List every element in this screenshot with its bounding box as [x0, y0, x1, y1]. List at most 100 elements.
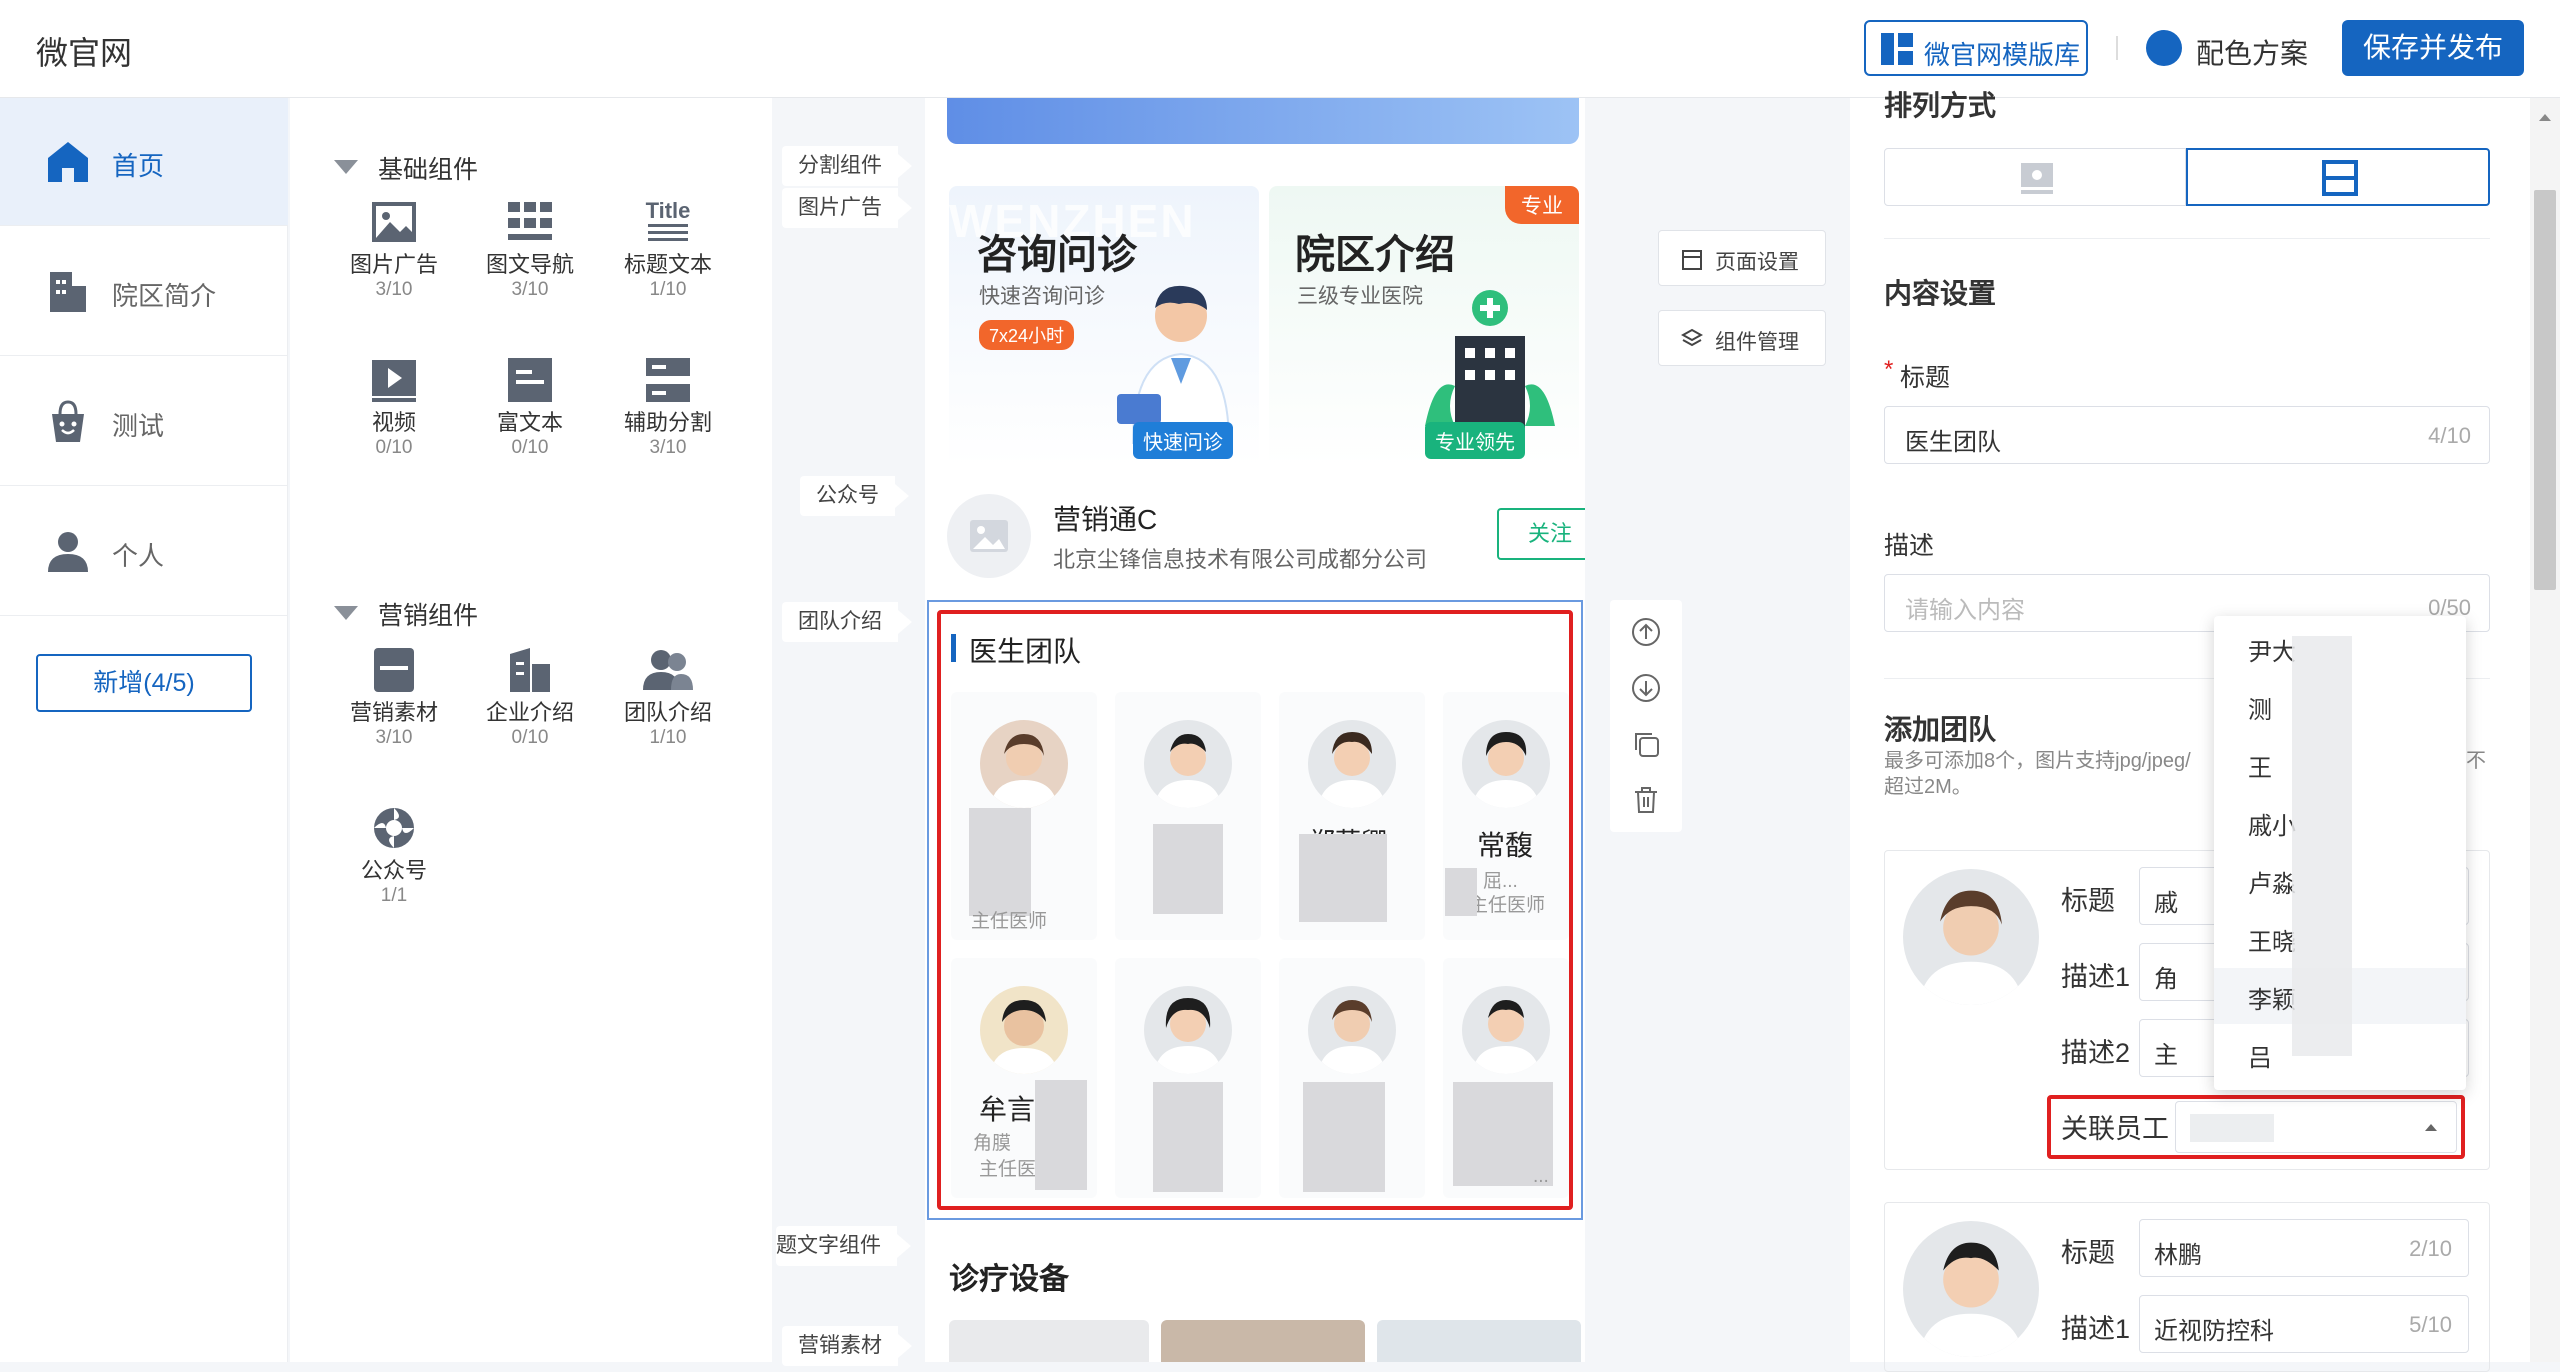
add-team-title: 添加团队: [1884, 714, 1997, 745]
member-avatar[interactable]: [1903, 1221, 2039, 1357]
title-text-icon: Title: [646, 198, 690, 241]
equipment-image[interactable]: [949, 1320, 1149, 1362]
follow-label: 关注: [1527, 521, 1572, 546]
divider: [2116, 36, 2118, 60]
doctor-name: 常馥: [1477, 830, 1534, 861]
dropdown-option[interactable]: 王晓: [2248, 922, 2296, 957]
component-count: 3/10: [375, 727, 413, 748]
campus-card[interactable]: 专业 院区介绍 三级专业医院 专业领先: [1269, 186, 1579, 466]
save-publish-button[interactable]: 保存并发布: [2342, 20, 2524, 76]
doctor-photo: [990, 1000, 1058, 1074]
dropdown-option[interactable]: 卢淼: [2248, 864, 2296, 899]
doctor-card[interactable]: 常馥 屈... 主任医师: [1443, 692, 1569, 940]
collapse-arrow-icon[interactable]: [334, 606, 358, 620]
shopping-bag-icon: [52, 400, 84, 442]
link-employee-select[interactable]: [2175, 1101, 2457, 1153]
nav-item-personal[interactable]: 个人: [0, 488, 288, 616]
doctor-card[interactable]: ...: [1443, 958, 1569, 1198]
quick-consult-button[interactable]: 快速问诊: [1133, 422, 1233, 459]
layout-option-list[interactable]: [2186, 148, 2490, 206]
component-official-account[interactable]: 公众号 1/1: [334, 804, 454, 908]
component-team-intro[interactable]: 团队介绍 1/10: [608, 646, 728, 750]
component-divider[interactable]: 辅助分割 3/10: [608, 356, 728, 460]
nav-item-campus-intro[interactable]: 院区简介: [0, 228, 288, 356]
required-asterisk: *: [1884, 356, 1894, 383]
official-account-row[interactable]: 营销通C 北京尘锋信息技术有限公司成都分公司 关注: [947, 480, 1585, 592]
tag-title-text[interactable]: 题文字组件: [776, 1226, 911, 1266]
pro-leading-button[interactable]: 专业领先: [1425, 422, 1525, 459]
delete-icon[interactable]: [1630, 784, 1662, 816]
dropdown-option[interactable]: 戚小: [2248, 806, 2296, 841]
home-icon: [48, 142, 88, 182]
marketing-components-title: 营销组件: [378, 602, 479, 630]
template-library-label: 微官网模版库: [1924, 40, 2081, 70]
equipment-image[interactable]: [1377, 1320, 1581, 1362]
component-company-intro[interactable]: 企业介绍 0/10: [470, 646, 590, 750]
divider-icon: [646, 358, 690, 402]
tag-marketing-material[interactable]: 营销素材: [782, 1326, 912, 1366]
follow-button[interactable]: 关注: [1497, 508, 1585, 560]
color-scheme-button[interactable]: 配色方案: [2146, 26, 2326, 72]
component-rich-text[interactable]: 富文本 0/10: [470, 356, 590, 460]
move-down-icon[interactable]: [1630, 672, 1662, 704]
scroll-up-icon[interactable]: [2538, 112, 2552, 122]
component-count: 1/1: [380, 885, 408, 906]
add-page-label: 新增(4/5): [93, 669, 195, 697]
doctor-photo: [1472, 1000, 1540, 1074]
tag-image-ad[interactable]: 图片广告: [782, 188, 912, 228]
doctor-card[interactable]: 主任医师: [951, 692, 1097, 940]
nav-item-test[interactable]: 测试: [0, 358, 288, 486]
member-title-value: 戚: [2154, 890, 2178, 917]
doctor-card[interactable]: 牟言 角膜 主任医: [951, 958, 1097, 1198]
doctor-card[interactable]: [1115, 692, 1261, 940]
tag-divider-component[interactable]: 分割组件: [782, 146, 912, 186]
equipment-image[interactable]: [1161, 1320, 1365, 1362]
team-section[interactable]: 医生团队 主任医师 郑菲卿 常馥 屈... 主任医师 牟言 角膜: [927, 600, 1583, 1220]
tag-official-account[interactable]: 公众号: [800, 476, 909, 516]
member-avatar[interactable]: [1903, 869, 2039, 1005]
member-desc1-input[interactable]: 近视防控科 5/10: [2139, 1295, 2469, 1353]
collapse-arrow-icon[interactable]: [334, 160, 358, 174]
blurred-text: [2292, 636, 2352, 1056]
component-count: 0/10: [511, 437, 549, 458]
team-icon: [643, 650, 693, 690]
component-panel: 基础组件 图片广告 3/10 图文导航 3/10 Title 标题文本 1/10…: [290, 98, 772, 1362]
consult-card[interactable]: WENZHEN 咨询问诊 快速咨询问诊 7x24小时 快速问诊: [949, 186, 1259, 466]
copy-icon[interactable]: [1630, 728, 1662, 760]
link-employee-label: 关联员工: [2061, 1114, 2169, 1144]
tag-team-intro[interactable]: 团队介绍: [782, 602, 912, 642]
dropdown-option[interactable]: 王: [2248, 748, 2272, 783]
component-marketing-material[interactable]: 营销素材 3/10: [334, 646, 454, 750]
dropdown-option[interactable]: 测: [2248, 690, 2272, 725]
nav-item-home[interactable]: 首页: [0, 98, 288, 226]
doctor-card[interactable]: [1279, 958, 1425, 1198]
layout-option-image[interactable]: [1884, 148, 2186, 206]
component-image-ad[interactable]: 图片广告 3/10: [334, 198, 454, 302]
component-title-text[interactable]: Title 标题文本 1/10: [608, 198, 728, 302]
scrollbar-thumb[interactable]: [2534, 190, 2556, 590]
template-library-button[interactable]: 微官网模版库: [1864, 20, 2088, 76]
member-title-input[interactable]: 林鹏 2/10: [2139, 1219, 2469, 1277]
page-settings-button[interactable]: 页面设置: [1658, 230, 1826, 286]
account-company: 北京尘锋信息技术有限公司成都分公司: [1053, 547, 1428, 572]
hospital-illustration: [1425, 290, 1555, 431]
move-up-icon[interactable]: [1630, 616, 1662, 648]
member-desc1-value: 角: [2154, 966, 2178, 993]
dropdown-option[interactable]: 吕: [2248, 1038, 2272, 1073]
description-placeholder: 请输入内容: [1905, 597, 2025, 624]
dropdown-option[interactable]: 尹大: [2248, 632, 2296, 667]
card-subtitle: 快速咨询问诊: [979, 285, 1105, 308]
component-management-button[interactable]: 组件管理: [1658, 310, 1826, 366]
component-name: 公众号: [360, 858, 427, 883]
doctor-card[interactable]: 郑菲卿: [1279, 692, 1425, 940]
component-grid-nav[interactable]: 图文导航 3/10: [470, 198, 590, 302]
employee-dropdown: 尹大 测 王 戚小 卢淼 王晓 李颖 吕: [2214, 616, 2466, 1090]
add-page-button[interactable]: 新增(4/5): [36, 654, 252, 712]
doctor-card[interactable]: [1115, 958, 1261, 1198]
banner-image[interactable]: [947, 98, 1579, 144]
dropdown-option[interactable]: 李颖: [2248, 980, 2296, 1015]
list-layout-icon: [2322, 160, 2358, 196]
title-input[interactable]: 医生团队 4/10: [1884, 406, 2490, 464]
component-video[interactable]: 视频 0/10: [334, 356, 454, 460]
component-name: 标题文本: [623, 252, 712, 277]
